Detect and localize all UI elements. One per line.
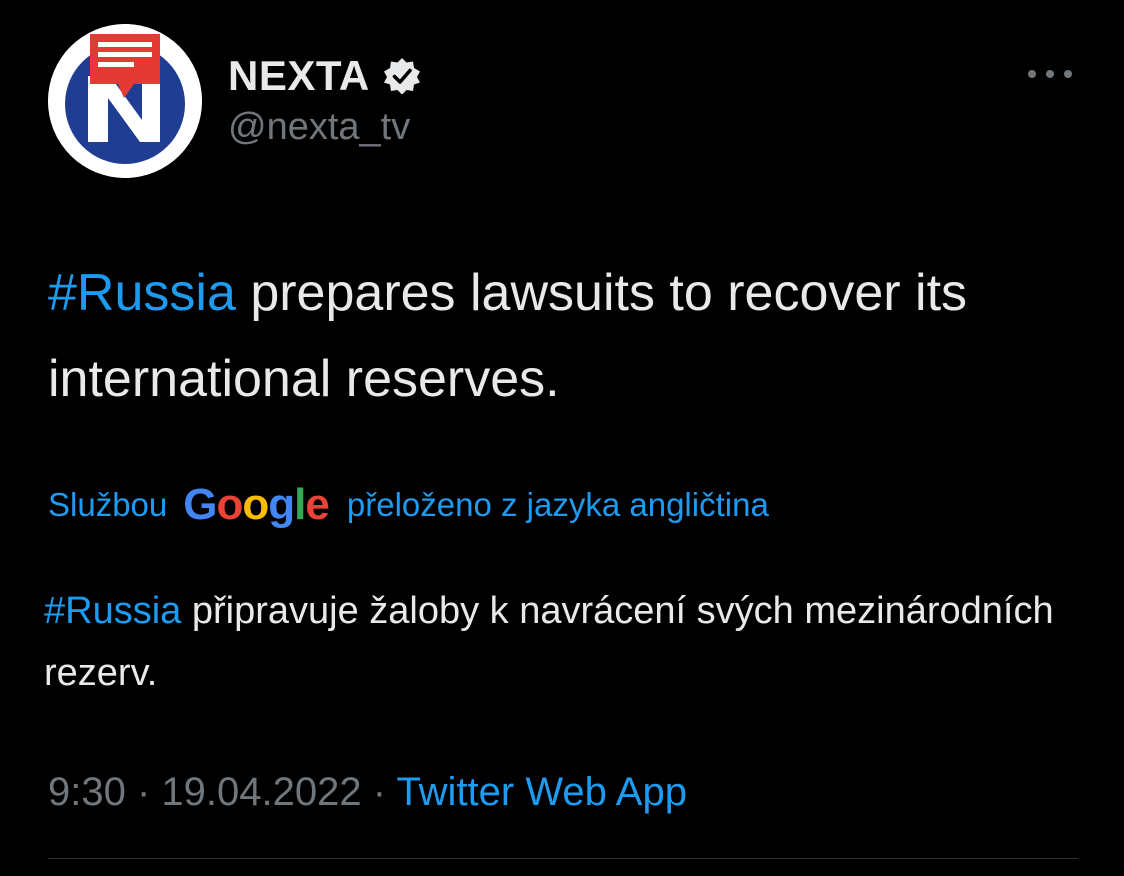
author-handle[interactable]: @nexta_tv (228, 106, 410, 149)
tweet-source-link[interactable]: Twitter Web App (396, 770, 687, 814)
separator: · (125, 770, 162, 814)
separator: · (361, 770, 397, 814)
translation-attribution[interactable]: Službou Google přeloženo z jazyka anglič… (48, 480, 769, 530)
tweet-text: #Russia prepares lawsuits to recover its… (48, 250, 1078, 422)
dot (1046, 70, 1054, 78)
divider (48, 858, 1078, 859)
tweet-time[interactable]: 9:30 (48, 770, 126, 814)
tweet-date[interactable]: 19.04.2022 (161, 770, 361, 814)
translation-suffix: přeloženo z jazyka angličtina (346, 486, 769, 523)
translated-hashtag-link[interactable]: #Russia (44, 590, 181, 632)
more-options-icon[interactable] (1028, 60, 1072, 88)
tweet-metadata: 9:30 · 19.04.2022 · Twitter Web App (48, 770, 687, 815)
nexta-logo (48, 24, 202, 178)
verified-badge-icon (382, 56, 422, 96)
translated-body: připravuje žaloby k navrácení svých mezi… (44, 590, 1054, 694)
author-name-row[interactable]: NEXTA (228, 50, 422, 102)
dot (1064, 70, 1072, 78)
google-logo: Google (183, 480, 330, 529)
author-display-name[interactable]: NEXTA (228, 52, 370, 100)
avatar[interactable] (48, 24, 202, 178)
translated-text: #Russia připravuje žaloby k navrácení sv… (44, 580, 1084, 704)
translation-prefix: Službou (48, 486, 168, 523)
hashtag-link[interactable]: #Russia (48, 264, 236, 322)
dot (1028, 70, 1036, 78)
